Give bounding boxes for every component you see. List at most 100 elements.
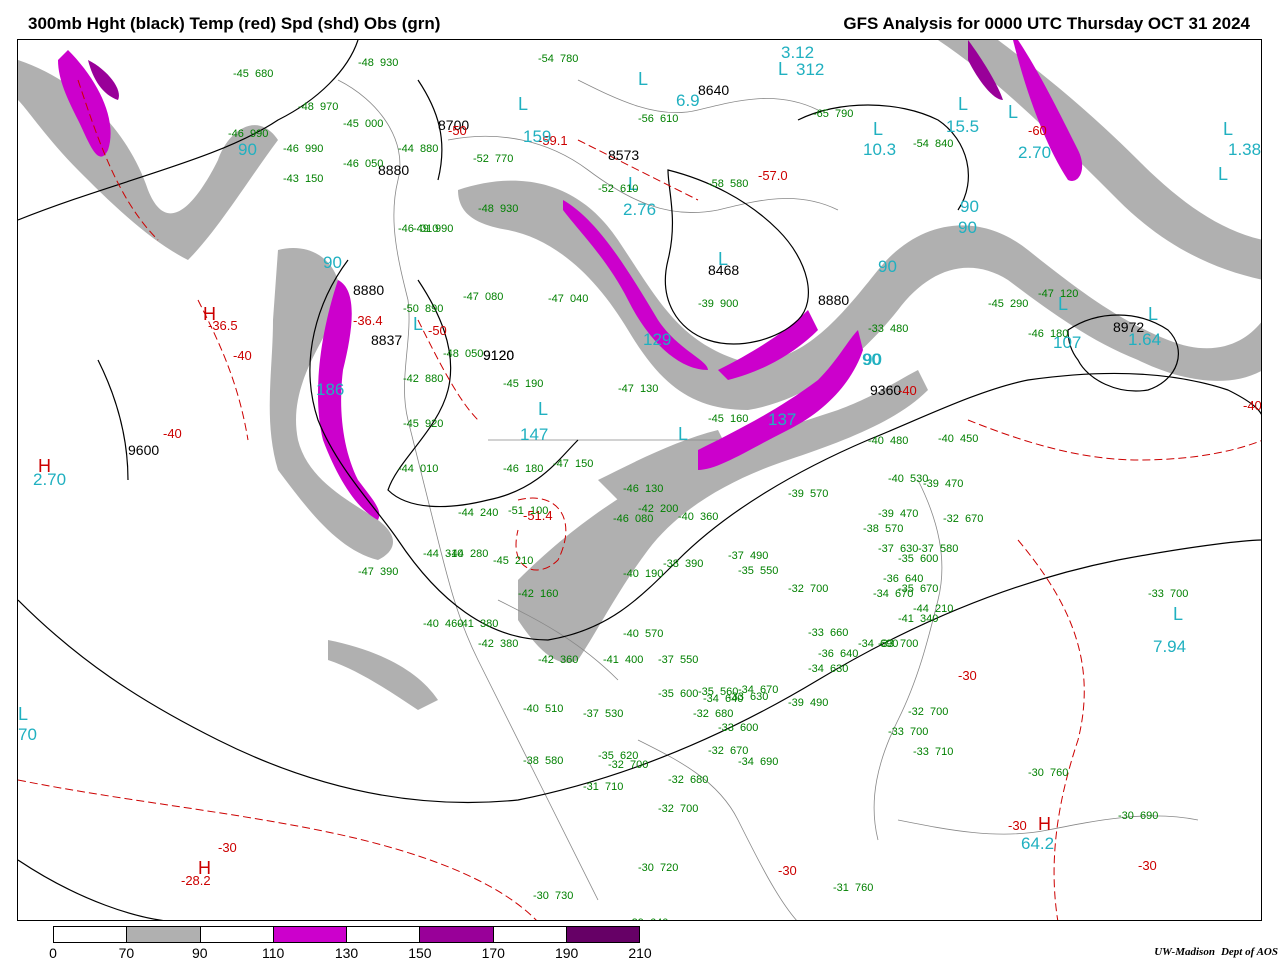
wind-speed-label: 129 [643,330,671,349]
obs-height: 000 [365,118,383,130]
temperature-label: -30 [1138,858,1157,873]
obs-height: 200 [660,503,678,515]
obs-temperature: -35 [738,565,754,577]
obs-height: 480 [890,435,908,447]
obs-temperature: -40 [423,618,439,630]
obs-height: 700 [810,583,828,595]
wind-speed-label: 6.9 [676,91,700,110]
obs-temperature: -40 [623,568,639,580]
obs-height: 780 [560,53,578,65]
obs-height: 450 [960,433,978,445]
wind-speed-label: 90 [238,140,257,159]
obs-temperature: -39 [788,697,804,709]
obs-temperature: -49 [413,223,429,235]
wind-speed-label: 90 [323,253,342,272]
height-label: 8573 [608,147,639,163]
obs-height: 240 [480,507,498,519]
obs-temperature: -47 [463,291,479,303]
obs-height: 570 [810,488,828,500]
obs-height: 900 [720,298,738,310]
obs-height: 130 [645,483,663,495]
legend-tick-label: 90 [191,945,208,960]
obs-temperature: -40 [523,703,539,715]
obs-temperature: -34 [703,693,719,705]
legend-tick-label: 190 [554,945,579,960]
pressure-center-label: L [18,704,28,724]
legend-tick-label: 210 [628,945,652,960]
height-label: 9120 [483,347,514,363]
wind-speed-label: 312 [796,60,824,79]
wind-speed-label: 2.76 [623,200,656,219]
height-label: 9600 [128,442,159,458]
obs-temperature: -56 [638,113,654,125]
obs-temperature: -35 [658,688,674,700]
obs-height: 490 [750,550,768,562]
temperature-label: -57.0 [758,168,788,183]
obs-height: 770 [495,153,513,165]
obs-height: 150 [575,458,593,470]
obs-height: 610 [620,183,638,195]
obs-temperature: -34 [738,756,754,768]
obs-temperature: -32 [708,745,724,757]
obs-temperature: -33 [913,746,929,758]
obs-height: 610 [660,113,678,125]
obs-height: 380 [500,638,518,650]
obs-temperature: -46 [398,223,414,235]
obs-temperature: -54 [913,138,929,150]
chart-title-left: 300mb Hght (black) Temp (red) Spd (shd) … [28,14,441,33]
legend-swatch [127,927,201,942]
obs-temperature: -45 [403,418,419,430]
obs-height: 600 [740,722,758,734]
wind-speed-label: 3.12 [781,43,814,62]
obs-height: 840 [935,138,953,150]
obs-temperature: -30 [638,862,654,874]
obs-temperature: -32 [943,513,959,525]
obs-temperature: -47 [618,383,634,395]
obs-temperature: -29 [628,917,644,921]
obs-temperature: -48 [478,203,494,215]
obs-height: 470 [945,478,963,490]
height-contour [664,169,809,345]
obs-height: 390 [380,566,398,578]
obs-height: 930 [380,57,398,69]
obs-height: 580 [545,755,563,767]
wind-speed-label: 15.5 [946,117,979,136]
obs-temperature: -32 [608,759,624,771]
jet-shade-gray [18,60,278,260]
obs-temperature: -46 [228,128,244,140]
temperature-label: -36.4 [353,313,383,328]
wind-speed-label: 1.38 [1228,140,1261,159]
obs-temperature: -30 [773,919,789,921]
obs-temperature: -38 [863,523,879,535]
pressure-center-label: L [873,119,883,139]
obs-height: 510 [545,703,563,715]
obs-temperature: -41 [603,654,619,666]
legend-swatch [566,927,639,942]
obs-height: 050 [465,348,483,360]
obs-height: 360 [700,511,718,523]
obs-height: 210 [515,555,533,567]
obs-temperature: -33 [1148,588,1164,600]
obs-height: 680 [690,774,708,786]
pressure-center-label: L [678,424,688,444]
obs-temperature: -37 [658,654,674,666]
obs-height: 180 [1050,328,1068,340]
height-label: 8880 [818,292,849,308]
obs-temperature: -45 [493,555,509,567]
obs-temperature: -42 [518,588,534,600]
obs-temperature: -31 [583,781,599,793]
pressure-center-label: L [1008,102,1018,122]
obs-height: 700 [910,726,928,738]
obs-temperature: -32 [668,774,684,786]
obs-height: 490 [810,697,828,709]
pressure-center-label: L [538,399,548,419]
obs-height: 710 [935,746,953,758]
height-label: 8837 [371,332,402,348]
obs-height: 920 [425,418,443,430]
legend-swatch [200,927,274,942]
obs-height: 640 [650,917,668,921]
legend-tick-label: 130 [334,945,359,960]
obs-temperature: -47 [1038,288,1054,300]
obs-height: 710 [605,781,623,793]
obs-height: 040 [570,293,588,305]
